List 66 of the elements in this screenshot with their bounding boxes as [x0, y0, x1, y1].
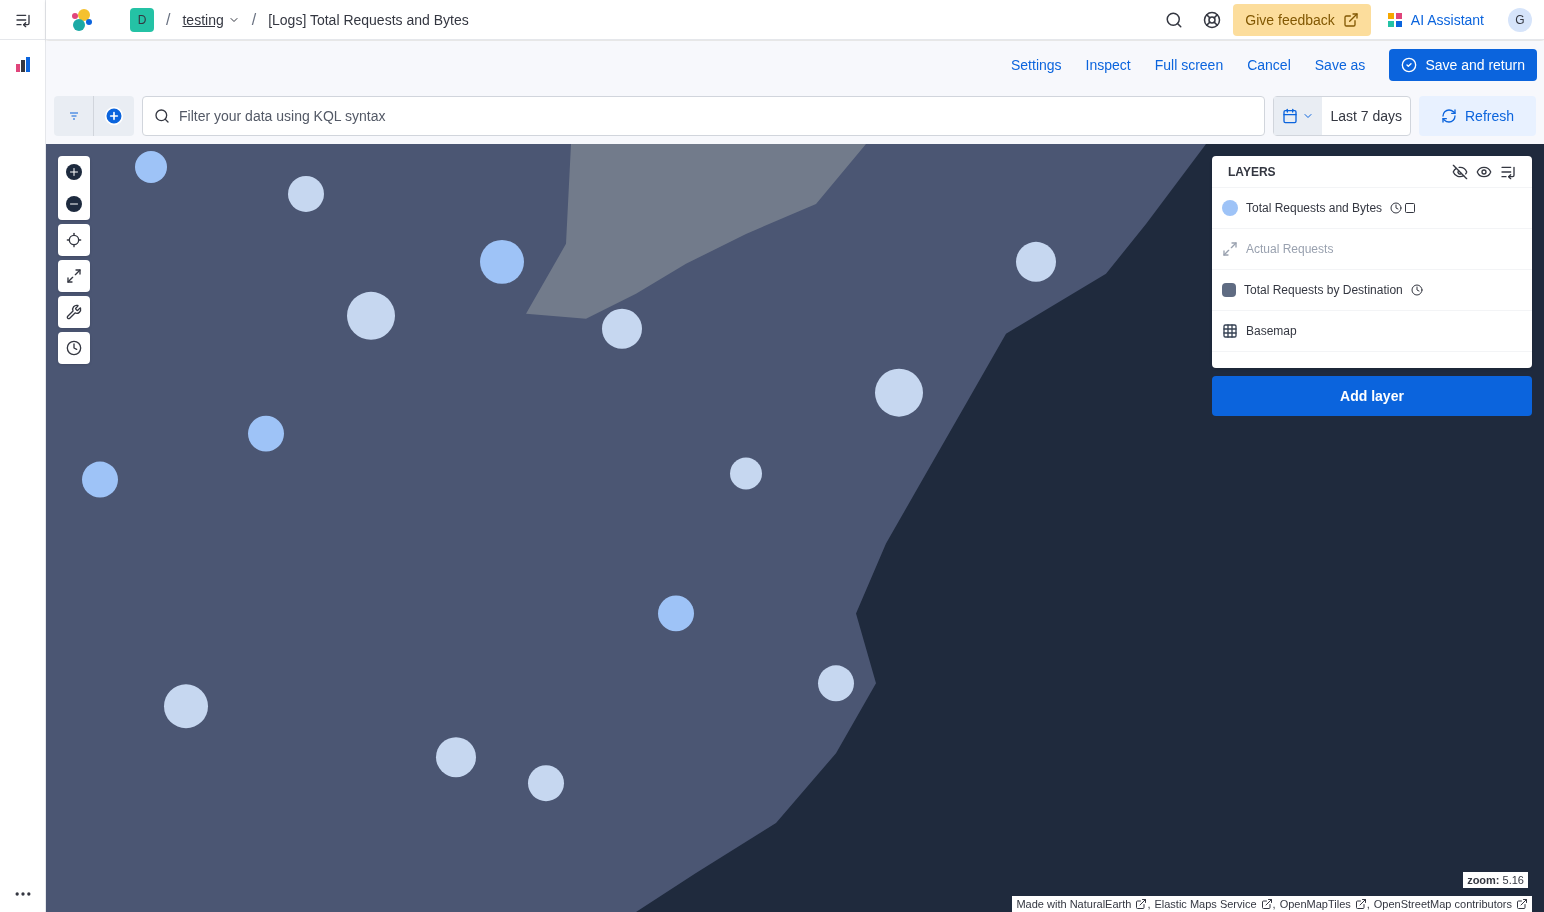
clock-icon	[1390, 202, 1403, 214]
external-link-icon	[1516, 897, 1528, 910]
assistant-logo-icon	[1386, 11, 1403, 28]
layers-title: LAYERS	[1228, 163, 1277, 180]
logo-icon[interactable]	[70, 7, 94, 32]
refresh-icon	[1441, 108, 1457, 124]
refresh-button[interactable]: Refresh	[1419, 96, 1536, 136]
separator: ,	[1272, 896, 1276, 912]
external-link-icon	[1260, 897, 1273, 910]
separator: ,	[1147, 896, 1151, 912]
external-link-icon	[1342, 11, 1359, 28]
search-icon[interactable]	[1165, 10, 1184, 29]
plus-icon	[66, 164, 82, 180]
space-avatar[interactable]: D	[130, 7, 154, 32]
external-link-icon	[1135, 897, 1148, 910]
resize-icon	[1222, 241, 1238, 257]
layer-name: Total Requests and Bytes	[1246, 200, 1383, 216]
grid-icon	[1222, 323, 1238, 339]
square-outline-icon	[1404, 202, 1417, 214]
toolbar-link[interactable]: Inspect	[1085, 54, 1131, 75]
map[interactable]: LAYERS Total Requests and Bytes Actual Requests Total Requests by Destination Basemap Add layer zoom: 5.16 Made with NaturalEarth , Elastic Maps Service , OpenMapTiles , OpenStreetMap contributors	[46, 144, 1544, 912]
help-icon[interactable]	[1203, 10, 1222, 29]
date-picker-button[interactable]	[1274, 97, 1323, 135]
check-icon	[1401, 56, 1418, 73]
crosshair-icon	[66, 232, 82, 248]
layer-item[interactable]: Total Requests by Destination	[1212, 270, 1532, 311]
attribution-link[interactable]: Elastic Maps Service	[1154, 895, 1273, 912]
attribution-link[interactable]: OpenStreetMap contributors	[1373, 895, 1528, 912]
minus-icon	[66, 196, 82, 212]
clock-icon	[66, 340, 82, 356]
layer-name: Actual Requests	[1246, 241, 1334, 257]
save-and-return-button[interactable]: Save and return	[1389, 48, 1537, 81]
bar-chart-icon[interactable]	[14, 56, 31, 72]
toolbar-link[interactable]: Cancel	[1247, 54, 1291, 75]
attribution-link[interactable]: Made with NaturalEarth	[1016, 895, 1148, 912]
query-field[interactable]: Filter your data using KQL syntax	[142, 96, 1266, 136]
expand-icon	[66, 268, 82, 284]
fullscreen-button[interactable]	[58, 260, 90, 292]
filter-icon	[67, 110, 80, 122]
tools-button[interactable]	[58, 296, 90, 328]
toolbar-link[interactable]: Save as	[1314, 54, 1366, 75]
layer-item[interactable]: Total Requests and Bytes	[1212, 188, 1532, 229]
breadcrumb-link[interactable]: testing	[182, 9, 240, 30]
calendar-icon	[1282, 108, 1299, 124]
layer-name: Basemap	[1246, 323, 1297, 339]
clock-icon	[1410, 284, 1423, 296]
plus-icon	[104, 106, 124, 126]
locate-button[interactable]	[58, 224, 90, 256]
external-link-icon	[1354, 897, 1367, 910]
toolbar-link[interactable]: Full screen	[1154, 54, 1224, 75]
add-layer-button[interactable]: Add layer	[1212, 376, 1532, 416]
timeslider-button[interactable]	[58, 332, 90, 364]
toolbar-link[interactable]: Settings	[1011, 54, 1062, 75]
feedback-button[interactable]: Give feedback	[1233, 3, 1371, 36]
layer-item[interactable]: Basemap	[1212, 311, 1532, 352]
hide-all-icon[interactable]	[1452, 163, 1468, 180]
breadcrumb: [Logs] Total Requests and Bytes	[268, 10, 469, 30]
separator: ,	[1366, 896, 1370, 912]
layer-name: Total Requests by Destination	[1244, 282, 1403, 298]
user-avatar[interactable]: G	[1508, 7, 1532, 32]
breadcrumb-separator: /	[251, 9, 257, 30]
attribution-link[interactable]: OpenMapTiles	[1279, 895, 1367, 912]
search-icon	[154, 108, 170, 124]
breadcrumb-separator: /	[166, 9, 171, 30]
assistant-button[interactable]: AI Assistant	[1386, 9, 1484, 30]
wrench-icon	[66, 304, 82, 320]
